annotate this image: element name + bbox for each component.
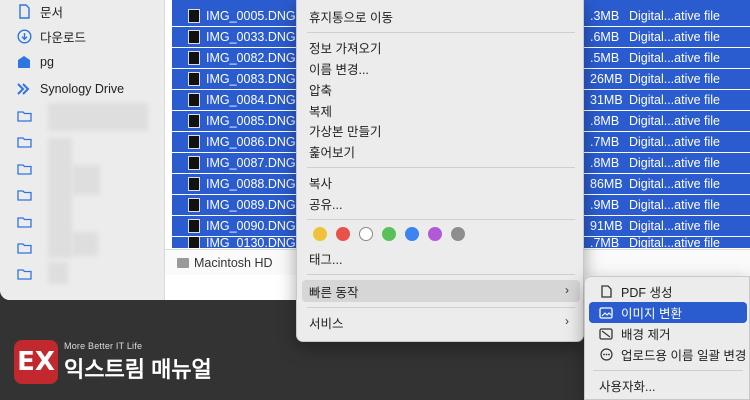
synology-icon [16,81,32,97]
menu-item-duplicate[interactable]: 복제 [309,100,332,121]
pdf-icon [599,285,613,299]
image-thumbnail-icon [188,177,200,191]
location-icon [16,54,32,70]
image-convert-icon [599,306,613,320]
tag-color-red[interactable] [336,227,350,241]
tag-color-blue[interactable] [405,227,419,241]
quick-actions-submenu: PDF 생성 이미지 변환 배경 제거 업로드용 이름 일괄 변경 사용자화..… [584,276,750,400]
folder-icon [16,214,32,230]
submenu-item-convert-image[interactable]: 이미지 변환 [589,302,747,323]
tag-color-green[interactable] [382,227,396,241]
menu-item-make-alias[interactable]: 가상본 만들기 [309,120,381,141]
folder-icon [16,134,32,150]
sidebar-folder[interactable] [16,211,40,233]
sidebar-item-label: 다운로드 [40,30,87,45]
image-thumbnail-icon [188,93,200,107]
tag-color-none[interactable] [359,227,373,241]
folder-icon [16,240,32,256]
path-disk-label[interactable]: Macintosh HD [194,256,273,270]
folder-icon [16,108,32,124]
chevron-right-icon: › [565,283,569,297]
menu-separator [307,274,575,275]
logo-brand: 익스트림 매뉴얼 [64,356,212,382]
menu-separator [593,370,743,371]
logo-mark: EX [14,340,58,384]
chevron-right-icon: › [565,314,569,328]
tag-color-gray[interactable] [451,227,465,241]
image-thumbnail-icon [188,72,200,86]
blurred-label [48,262,68,284]
sidebar-folder[interactable] [16,263,40,285]
menu-item-copy[interactable]: 복사 [309,172,332,193]
sidebar-folder[interactable] [16,105,40,127]
sidebar-item-documents[interactable]: 문서 [16,0,63,22]
blurred-label [72,232,98,256]
sidebar-item-label: pg [40,55,54,69]
image-thumbnail-icon [188,114,200,128]
image-thumbnail-icon [188,135,200,149]
image-thumbnail-icon [188,9,200,23]
sidebar-folder[interactable] [16,158,40,180]
image-thumbnail-icon [188,156,200,170]
image-thumbnail-icon [188,219,200,233]
remove-background-icon [599,327,613,341]
menu-item-compress[interactable]: 압축 [309,79,332,100]
sidebar: 문서 다운로드 pg Synology Drive [0,0,165,300]
more-icon [599,348,613,362]
image-thumbnail-icon [188,30,200,44]
menu-item-move-to-trash[interactable]: 휴지통으로 이동 [309,6,393,27]
folder-icon [16,266,32,282]
site-logo: EX More Better IT Life 익스트림 매뉴얼 [14,340,212,384]
logo-tagline: More Better IT Life [64,340,143,351]
sidebar-folder[interactable] [16,237,40,259]
menu-separator [307,219,575,220]
menu-separator [307,167,575,168]
menu-item-quick-look[interactable]: 훑어보기 [309,141,355,162]
sidebar-item-pg[interactable]: pg [16,51,54,73]
image-thumbnail-icon [188,198,200,212]
menu-separator [307,307,575,308]
submenu-item-create-pdf[interactable]: PDF 생성 [589,281,747,302]
sidebar-item-label: 문서 [40,5,64,20]
folder-icon [16,187,32,203]
sidebar-folder[interactable] [16,131,40,153]
sidebar-item-label: Synology Drive [40,82,125,96]
submenu-item-customize[interactable]: 사용자화... [589,375,747,396]
document-icon [16,3,32,19]
context-menu: 휴지통으로 이동 정보 가져오기 이름 변경... 압축 복제 가상본 만들기 … [296,0,584,342]
menu-item-rename[interactable]: 이름 변경... [309,58,369,79]
blurred-label [72,165,100,195]
menu-item-share[interactable]: 공유... [309,193,342,214]
submenu-item-rename-upload[interactable]: 업로드용 이름 일괄 변경 [589,344,747,365]
folder-icon [16,161,32,177]
sidebar-item-downloads[interactable]: 다운로드 [16,25,86,47]
menu-item-services[interactable]: 서비스 [309,312,344,333]
image-thumbnail-icon [188,237,200,248]
submenu-item-remove-background[interactable]: 배경 제거 [589,323,747,344]
hard-disk-icon [177,257,189,268]
image-thumbnail-icon [188,51,200,65]
menu-item-quick-actions[interactable]: 빠른 동작 [309,281,358,302]
sidebar-folder[interactable] [16,184,40,206]
tag-color-purple[interactable] [428,227,442,241]
menu-separator [307,32,575,33]
tag-color-yellow[interactable] [313,227,327,241]
sidebar-item-synology[interactable]: Synology Drive [16,78,124,100]
blurred-label [48,138,72,258]
tag-color-row [313,227,465,241]
logo-text: More Better IT Life 익스트림 매뉴얼 [64,341,212,384]
menu-item-get-info[interactable]: 정보 가져오기 [309,37,381,58]
download-icon [16,28,32,44]
menu-item-tags[interactable]: 태그... [309,248,342,269]
blurred-label [48,103,148,131]
